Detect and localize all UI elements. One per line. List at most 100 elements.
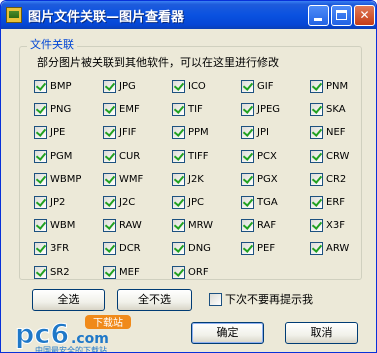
no-prompt-label: 下次不要再提示我 (225, 293, 313, 306)
checkbox-square[interactable] (103, 173, 116, 186)
group-description: 部分图片被关联到其他软件，可以在这里进行修改 (37, 56, 279, 69)
checkbox-square[interactable] (34, 173, 47, 186)
title-bar[interactable]: 图片文件关联—图片查看器 ✕ (1, 1, 376, 29)
checkbox-square[interactable] (172, 103, 185, 116)
checkbox-square[interactable] (310, 196, 323, 209)
checkbox-square[interactable] (103, 126, 116, 139)
logo-slogan: 中国最安全的下载站 (35, 345, 107, 353)
format-label: SKA (326, 104, 346, 115)
format-label: WMF (119, 174, 144, 185)
logo-badge: 下载站 (93, 316, 123, 329)
maximize-button[interactable] (331, 5, 352, 26)
checkbox-square[interactable] (172, 196, 185, 209)
format-label: JFIF (119, 127, 137, 138)
minimize-button[interactable] (308, 5, 329, 26)
checkbox-square[interactable] (34, 103, 47, 116)
format-label: 3FR (50, 243, 70, 254)
format-label: RAF (257, 220, 277, 231)
select-none-button[interactable]: 全不选 (117, 289, 192, 311)
checkbox-square[interactable] (241, 173, 254, 186)
format-label: GIF (257, 81, 274, 92)
format-label: JPE (50, 127, 66, 138)
format-label: WBM (50, 220, 76, 231)
checkbox-square[interactable] (172, 219, 185, 232)
checkbox-square[interactable] (241, 242, 254, 255)
checkbox-square[interactable] (241, 103, 254, 116)
format-label: DCR (119, 243, 141, 254)
checkbox-square[interactable] (310, 103, 323, 116)
checkbox-square[interactable] (172, 173, 185, 186)
checkbox-square[interactable] (34, 242, 47, 255)
checkbox-square[interactable] (103, 103, 116, 116)
format-label: PPM (188, 127, 209, 138)
checkbox-square[interactable] (103, 150, 116, 163)
checkbox-square[interactable] (172, 150, 185, 163)
format-label: TGA (257, 197, 278, 208)
pc6-logo-graphic: pc6 .com 下载站 中国最安全的下载站 (15, 315, 131, 353)
window-title: 图片文件关联—图片查看器 (28, 10, 185, 25)
format-label: EMF (119, 104, 140, 115)
format-label: PGX (257, 174, 278, 185)
format-label: JPI (257, 127, 269, 138)
checkbox-square[interactable] (172, 266, 185, 279)
checkbox-square[interactable] (103, 80, 116, 93)
format-label: BMP (50, 81, 72, 92)
format-label: TIFF (188, 151, 209, 162)
format-label: J2C (119, 197, 136, 208)
checkbox-square[interactable] (34, 266, 47, 279)
format-label: PGM (50, 151, 73, 162)
close-button[interactable]: ✕ (354, 5, 375, 26)
checkbox-square[interactable] (34, 219, 47, 232)
checkbox-square[interactable] (172, 126, 185, 139)
checkbox-square[interactable] (103, 219, 116, 232)
format-label: SR2 (50, 267, 70, 278)
ok-button[interactable]: 确定 (191, 322, 264, 344)
checkbox-square[interactable] (241, 150, 254, 163)
format-label: PCX (257, 151, 277, 162)
checkbox-square[interactable] (310, 242, 323, 255)
format-label: PNG (50, 104, 72, 115)
format-label: DNG (188, 243, 211, 254)
checkbox-square[interactable] (310, 126, 323, 139)
format-label: CUR (119, 151, 141, 162)
checkbox-square[interactable] (310, 80, 323, 93)
checkbox-square[interactable] (34, 126, 47, 139)
select-all-button[interactable]: 全选 (32, 289, 105, 311)
checkbox-square[interactable] (241, 219, 254, 232)
no-prompt-check-box[interactable] (209, 293, 222, 306)
format-label: J2K (188, 174, 204, 185)
format-label: X3F (326, 220, 345, 231)
checkbox-square[interactable] (34, 150, 47, 163)
checkbox-square[interactable] (310, 173, 323, 186)
format-label: ERF (326, 197, 346, 208)
checkbox-square[interactable] (103, 242, 116, 255)
cancel-button[interactable]: 取消 (285, 322, 358, 344)
format-label: JP2 (50, 197, 66, 208)
checkbox-square[interactable] (34, 80, 47, 93)
format-label: JPC (188, 197, 204, 208)
app-icon (6, 7, 22, 23)
checkbox-square[interactable] (172, 80, 185, 93)
format-label: WBMP (50, 174, 82, 185)
format-label: ORF (188, 267, 209, 278)
checkbox-square[interactable] (241, 196, 254, 209)
format-label: ICO (188, 81, 206, 92)
checkbox-square[interactable] (241, 126, 254, 139)
format-label: CRW (326, 151, 350, 162)
checkbox-square[interactable] (172, 242, 185, 255)
format-label: NEF (326, 127, 346, 138)
logo-suffix: .com (71, 331, 109, 347)
format-label: PNM (326, 81, 349, 92)
format-label: JPEG (257, 104, 281, 115)
format-label: RAW (119, 220, 142, 231)
checkbox-square[interactable] (34, 196, 47, 209)
pc6-watermark-logo: pc6 .com 下载站 中国最安全的下载站 (13, 313, 143, 353)
format-label: JPG (119, 81, 136, 92)
checkbox-square[interactable] (241, 80, 254, 93)
checkbox-square[interactable] (103, 196, 116, 209)
checkbox-square[interactable] (310, 150, 323, 163)
checkbox-square[interactable] (310, 219, 323, 232)
checkbox-square[interactable] (103, 266, 116, 279)
format-label: TIF (188, 104, 203, 115)
group-legend: 文件关联 (27, 38, 77, 52)
